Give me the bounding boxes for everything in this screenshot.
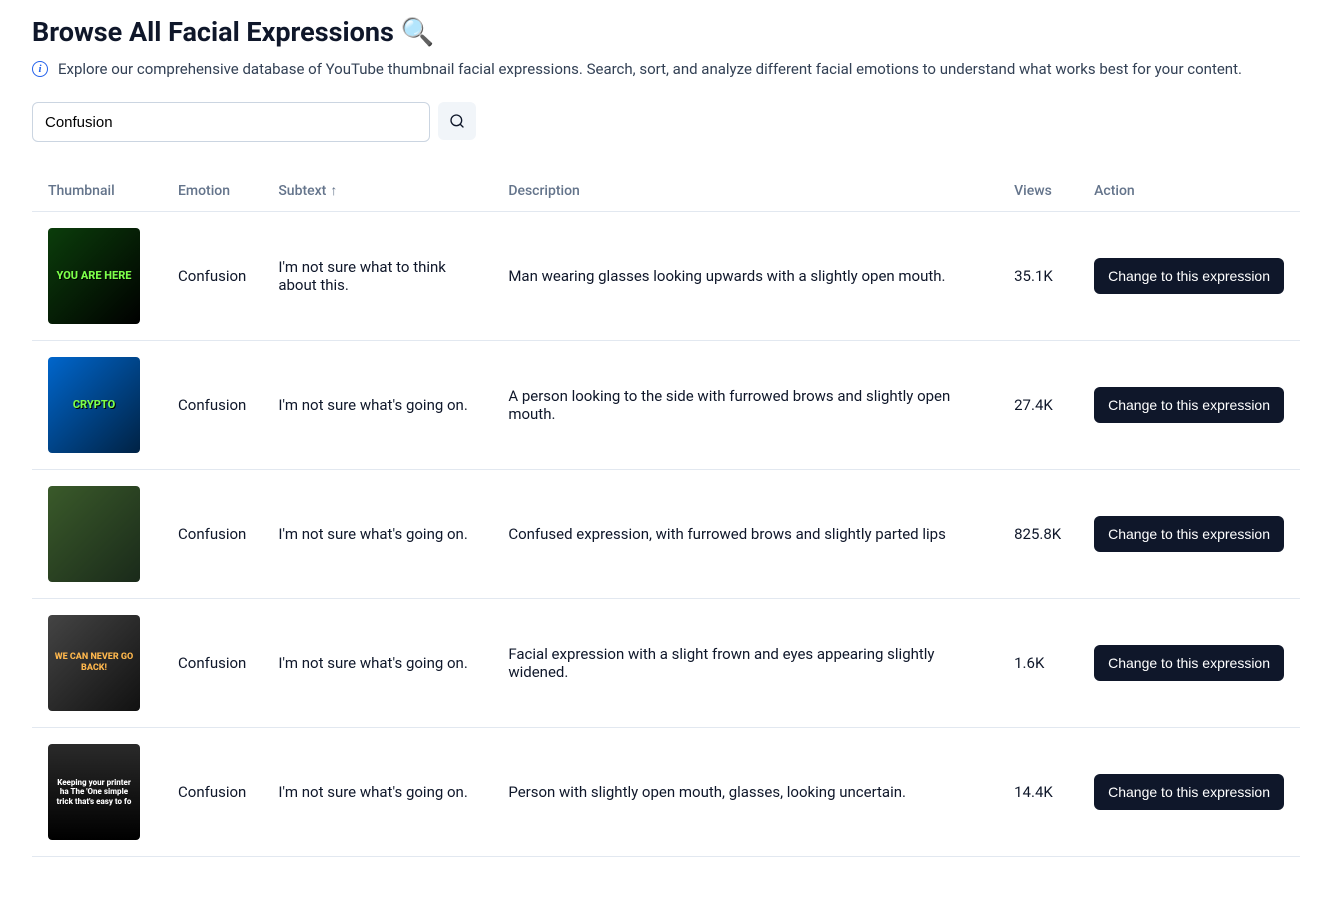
change-expression-button[interactable]: Change to this expression xyxy=(1094,258,1284,294)
table-row: ConfusionI'm not sure what's going on.Co… xyxy=(32,470,1300,599)
views-cell: 27.4K xyxy=(998,341,1078,470)
change-expression-button[interactable]: Change to this expression xyxy=(1094,774,1284,810)
emotion-cell: Confusion xyxy=(162,341,262,470)
table-row: WE CAN NEVER GO BACK! ConfusionI'm not su… xyxy=(32,599,1300,728)
description-cell: Man wearing glasses looking upwards with… xyxy=(492,212,998,341)
change-expression-button[interactable]: Change to this expression xyxy=(1094,387,1284,423)
table-row: CRYPTO ConfusionI'm not sure what's going… xyxy=(32,341,1300,470)
emotion-cell: Confusion xyxy=(162,728,262,857)
expressions-table: Thumbnail Emotion Subtext↑ Description V… xyxy=(32,170,1300,857)
thumbnail-image: Keeping your printer ha The 'One simple … xyxy=(48,744,140,840)
views-cell: 35.1K xyxy=(998,212,1078,341)
table-row: Keeping your printer ha The 'One simple … xyxy=(32,728,1300,857)
sort-arrow-icon: ↑ xyxy=(330,183,337,199)
search-input[interactable] xyxy=(32,102,430,142)
thumbnail-image: WE CAN NEVER GO BACK! xyxy=(48,615,140,711)
change-expression-button[interactable]: Change to this expression xyxy=(1094,516,1284,552)
page-subtitle-row: i Explore our comprehensive database of … xyxy=(32,60,1300,78)
change-expression-button[interactable]: Change to this expression xyxy=(1094,645,1284,681)
subtext-cell: I'm not sure what's going on. xyxy=(262,728,492,857)
col-header-subtext[interactable]: Subtext↑ xyxy=(262,170,492,212)
description-cell: Confused expression, with furrowed brows… xyxy=(492,470,998,599)
subtext-cell: I'm not sure what's going on. xyxy=(262,341,492,470)
views-cell: 1.6K xyxy=(998,599,1078,728)
thumbnail-text: CRYPTO xyxy=(69,394,119,415)
col-header-description[interactable]: Description xyxy=(492,170,998,212)
thumbnail-text: Keeping your printer ha The 'One simple … xyxy=(48,774,140,811)
page-title: Browse All Facial Expressions 🔍 xyxy=(32,16,1300,48)
search-button[interactable] xyxy=(438,102,476,140)
views-cell: 825.8K xyxy=(998,470,1078,599)
subtext-cell: I'm not sure what to think about this. xyxy=(262,212,492,341)
col-header-thumbnail[interactable]: Thumbnail xyxy=(32,170,162,212)
col-header-views[interactable]: Views xyxy=(998,170,1078,212)
subtext-cell: I'm not sure what's going on. xyxy=(262,599,492,728)
emotion-cell: Confusion xyxy=(162,470,262,599)
thumbnail-image: YOU ARE HERE xyxy=(48,228,140,324)
search-row xyxy=(32,102,1300,142)
info-icon: i xyxy=(32,61,48,77)
thumbnail-image xyxy=(48,486,140,582)
col-header-action: Action xyxy=(1078,170,1300,212)
emotion-cell: Confusion xyxy=(162,599,262,728)
emotion-cell: Confusion xyxy=(162,212,262,341)
description-cell: A person looking to the side with furrow… xyxy=(492,341,998,470)
thumbnail-text xyxy=(90,530,98,538)
description-cell: Person with slightly open mouth, glasses… xyxy=(492,728,998,857)
thumbnail-text: YOU ARE HERE xyxy=(53,265,136,286)
col-header-emotion[interactable]: Emotion xyxy=(162,170,262,212)
thumbnail-image: CRYPTO xyxy=(48,357,140,453)
views-cell: 14.4K xyxy=(998,728,1078,857)
description-cell: Facial expression with a slight frown an… xyxy=(492,599,998,728)
subtext-cell: I'm not sure what's going on. xyxy=(262,470,492,599)
page-subtitle: Explore our comprehensive database of Yo… xyxy=(58,60,1242,78)
table-row: YOU ARE HERE ConfusionI'm not sure what t… xyxy=(32,212,1300,341)
thumbnail-text: WE CAN NEVER GO BACK! xyxy=(48,648,140,678)
search-icon xyxy=(449,113,465,129)
